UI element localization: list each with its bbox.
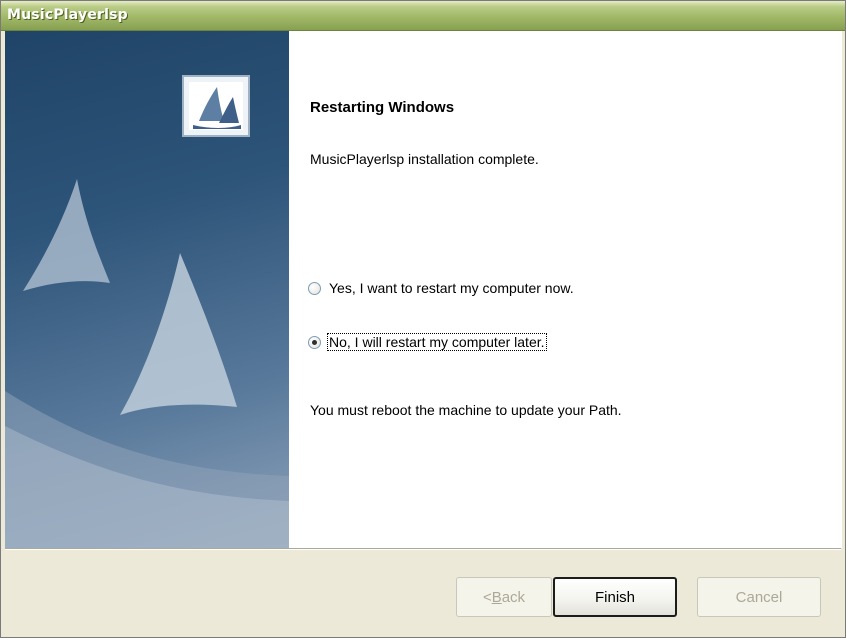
installer-window: MusicPlayerlsp Restarting Windows MusicP… [0, 0, 846, 638]
install-complete-message: MusicPlayerlsp installation complete. [310, 151, 539, 167]
back-button-prefix: < [482, 588, 492, 606]
restart-now-label[interactable]: Yes, I want to restart my computer now. [328, 280, 575, 296]
footer-separator [5, 548, 841, 550]
wizard-content-panel: Restarting Windows MusicPlayerlsp instal… [289, 31, 842, 548]
restart-later-label[interactable]: No, I will restart my computer later. [327, 333, 547, 351]
installer-sail-icon [182, 75, 250, 137]
page-heading: Restarting Windows [310, 99, 455, 116]
reboot-note: You must reboot the machine to update yo… [310, 402, 622, 418]
window-title: MusicPlayerlsp [7, 7, 128, 23]
title-bar[interactable]: MusicPlayerlsp [1, 1, 845, 31]
back-button[interactable]: < Back [456, 577, 552, 617]
sidebar-artwork [5, 75, 289, 548]
restart-later-radio[interactable] [308, 335, 321, 349]
finish-button[interactable]: Finish [553, 577, 677, 617]
wizard-sidebar-banner [5, 31, 289, 548]
restart-now-radio[interactable] [308, 281, 321, 295]
restart-later-option[interactable]: No, I will restart my computer later. [308, 332, 547, 352]
back-button-rest: ack [501, 588, 526, 606]
restart-now-option[interactable]: Yes, I want to restart my computer now. [308, 278, 575, 298]
cancel-button[interactable]: Cancel [697, 577, 821, 617]
back-button-accelerator: B [491, 588, 502, 606]
